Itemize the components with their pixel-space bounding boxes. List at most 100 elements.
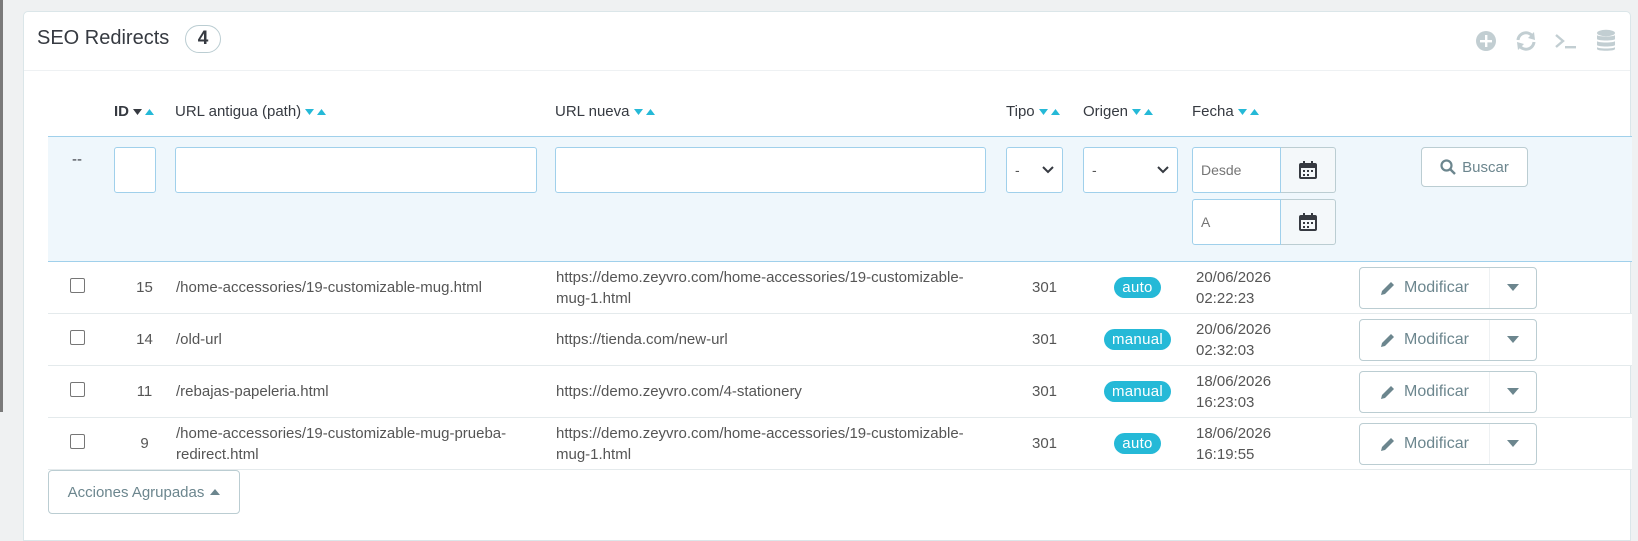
- toolbar: [1472, 27, 1620, 55]
- actions-dropdown-toggle[interactable]: [1490, 320, 1536, 360]
- seo-redirects-panel: SEO Redirects 4 ID URL antigua (path) UR…: [23, 11, 1632, 541]
- origin-select-value: -: [1092, 162, 1097, 178]
- edit-button-label: Modificar: [1404, 330, 1469, 348]
- date-line: 20/06/2026: [1196, 320, 1272, 338]
- date-line: 20/06/2026: [1196, 268, 1272, 286]
- refresh-icon[interactable]: [1512, 27, 1540, 55]
- header-date[interactable]: Fecha: [1192, 87, 1349, 137]
- header-id[interactable]: ID: [114, 87, 175, 137]
- edit-button-group: Modificar: [1359, 370, 1537, 413]
- table-row: 9 /home-accessories/19-customizable-mug-…: [48, 417, 1632, 470]
- sql-query-icon[interactable]: [1552, 27, 1580, 55]
- cell-type: 301: [1006, 365, 1083, 418]
- edit-button[interactable]: Modificar: [1360, 371, 1490, 412]
- cell-old-url: /rebajas-papeleria.html: [175, 365, 555, 418]
- old-url-filter-input[interactable]: [175, 147, 537, 193]
- sort-icon[interactable]: [305, 103, 329, 120]
- date-to-input[interactable]: [1192, 199, 1281, 245]
- id-filter-input[interactable]: [114, 147, 156, 193]
- cell-type: 301: [1006, 261, 1083, 314]
- header-old-url[interactable]: URL antigua (path): [175, 87, 555, 137]
- sort-icon[interactable]: [1132, 103, 1156, 120]
- cell-date: 18/06/2026 16:23:03: [1192, 365, 1349, 418]
- cell-id: 9: [114, 417, 175, 470]
- header-actions: [1349, 87, 1632, 137]
- new-url-line-1: https://demo.zeyvro.com/home-accessories…: [556, 268, 964, 286]
- cell-new-url: https://demo.zeyvro.com/home-accessories…: [555, 417, 1006, 470]
- origin-filter-select[interactable]: -: [1083, 147, 1178, 193]
- edit-button[interactable]: Modificar: [1360, 423, 1490, 464]
- record-count-badge: 4: [185, 25, 221, 53]
- caret-down-icon: [1507, 336, 1519, 343]
- cell-date: 20/06/2026 02:32:03: [1192, 313, 1349, 366]
- edit-button-group: Modificar: [1359, 422, 1537, 465]
- caret-down-icon: [1507, 440, 1519, 447]
- edit-button[interactable]: Modificar: [1360, 319, 1490, 360]
- add-new-icon[interactable]: [1472, 27, 1500, 55]
- cell-id: 14: [114, 313, 175, 366]
- table-row: 11 /rebajas-papeleria.html https://demo.…: [48, 365, 1632, 418]
- sort-icon[interactable]: [133, 103, 157, 120]
- header-new-url[interactable]: URL nueva: [555, 87, 1006, 137]
- edit-button-group: Modificar: [1359, 266, 1537, 309]
- search-button-label: Buscar: [1462, 158, 1509, 176]
- header-row: ID URL antigua (path) URL nueva Tipo Ori…: [48, 87, 1632, 137]
- export-database-icon[interactable]: [1592, 27, 1620, 55]
- cell-old-url: /old-url: [175, 313, 555, 366]
- row-checkbox[interactable]: [70, 434, 85, 449]
- edit-button-label: Modificar: [1404, 382, 1469, 400]
- panel-title: SEO Redirects: [37, 27, 170, 49]
- old-url-line-2: redirect.html: [176, 445, 259, 463]
- row-checkbox[interactable]: [70, 330, 85, 345]
- pencil-icon: [1381, 333, 1395, 347]
- origin-badge: manual: [1104, 381, 1171, 402]
- caret-down-icon: [1507, 284, 1519, 291]
- bulk-actions-button[interactable]: Acciones Agrupadas: [48, 470, 240, 514]
- type-select-value: -: [1015, 162, 1020, 178]
- origin-badge: auto: [1114, 277, 1161, 298]
- sort-icon[interactable]: [633, 103, 658, 120]
- origin-badge: manual: [1104, 329, 1171, 350]
- row-checkbox[interactable]: [70, 278, 85, 293]
- panel-heading: SEO Redirects 4: [24, 12, 1630, 71]
- new-url-line-2: mug-1.html: [556, 445, 632, 463]
- type-filter-select[interactable]: -: [1006, 147, 1063, 193]
- cell-id: 11: [114, 365, 175, 418]
- bulk-placeholder: --: [48, 136, 114, 262]
- actions-dropdown-toggle[interactable]: [1490, 424, 1536, 464]
- cell-date: 18/06/2026 16:19:55: [1192, 417, 1349, 470]
- calendar-icon[interactable]: [1281, 147, 1336, 193]
- pencil-icon: [1381, 281, 1395, 295]
- pencil-icon: [1381, 437, 1395, 451]
- edit-button[interactable]: Modificar: [1360, 267, 1490, 308]
- date-from-input[interactable]: [1192, 147, 1281, 193]
- edit-button-label: Modificar: [1404, 434, 1469, 452]
- time-line: 02:32:03: [1196, 341, 1255, 359]
- date-from-group: [1192, 147, 1349, 193]
- header-type[interactable]: Tipo: [1006, 87, 1083, 137]
- window-edge: [0, 0, 3, 412]
- filter-row: -- - - Desde A Buscar: [48, 136, 1632, 262]
- sort-icon[interactable]: [1237, 103, 1262, 120]
- search-button[interactable]: Buscar: [1421, 147, 1528, 187]
- edit-button-label: Modificar: [1404, 278, 1469, 296]
- new-url-line-1: https://demo.zeyvro.com/home-accessories…: [556, 424, 964, 442]
- sort-icon[interactable]: [1038, 103, 1063, 120]
- header-origin[interactable]: Origen: [1083, 87, 1192, 137]
- time-line: 02:22:23: [1196, 289, 1255, 307]
- pencil-icon: [1381, 385, 1395, 399]
- chevron-down-icon: [1042, 166, 1054, 174]
- caret-down-icon: [1507, 388, 1519, 395]
- calendar-icon[interactable]: [1281, 199, 1336, 245]
- cell-new-url: https://demo.zeyvro.com/4-stationery: [555, 365, 1006, 418]
- cell-date: 20/06/2026 02:22:23: [1192, 261, 1349, 314]
- new-url-filter-input[interactable]: [555, 147, 986, 193]
- header-checkbox-col: [48, 87, 114, 137]
- row-checkbox[interactable]: [70, 382, 85, 397]
- chevron-down-icon: [1157, 166, 1169, 174]
- redirects-table: ID URL antigua (path) URL nueva Tipo Ori…: [48, 87, 1632, 470]
- cell-new-url: https://demo.zeyvro.com/home-accessories…: [555, 261, 1006, 314]
- actions-dropdown-toggle[interactable]: [1490, 372, 1536, 412]
- actions-dropdown-toggle[interactable]: [1490, 268, 1536, 308]
- date-to-group: [1192, 199, 1349, 245]
